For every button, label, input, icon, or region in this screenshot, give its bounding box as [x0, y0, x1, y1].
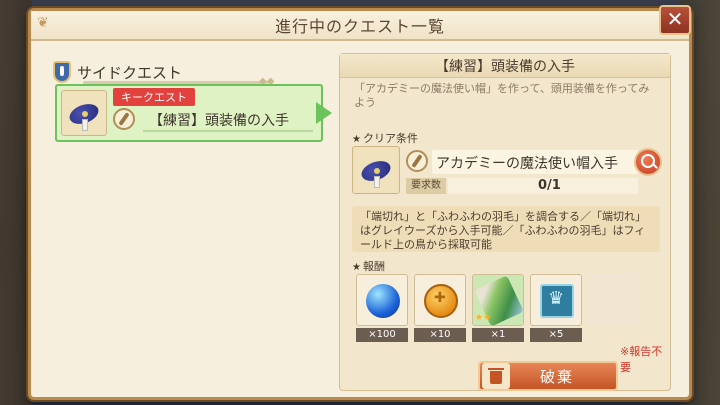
quest-thumbnail — [61, 90, 107, 136]
detail-title-bar: 【練習】頭装備の入手 — [340, 54, 670, 78]
requirement-label: 要求数 — [406, 178, 446, 194]
search-button[interactable] — [634, 148, 662, 176]
reward-count: ×10 — [414, 328, 466, 342]
shield-icon — [53, 61, 71, 83]
report-note: ※報告不要 — [620, 345, 663, 374]
reward-item[interactable]: ×5 — [530, 274, 582, 342]
requirement-value: 0/1 — [538, 178, 561, 193]
compass-icon — [406, 150, 428, 172]
quest-detail-panel: 【練習】頭装備の入手 「アカデミーの魔法使い帽」を作って、頭用装備を作ってみよう… — [339, 53, 671, 391]
gold-coin-icon — [424, 284, 458, 318]
clear-condition-box: アカデミーの魔法使い帽入手 要求数 0/1 — [352, 146, 662, 204]
reward-item[interactable]: ×100 — [356, 274, 408, 342]
discard-label: 破棄 — [539, 367, 574, 386]
crown-tile-icon — [540, 284, 574, 318]
empty-reward-slot — [588, 274, 640, 326]
clear-condition-label: ★ クリア条件 — [352, 132, 418, 145]
dialog-header: ❦ 進行中のクエスト一覧 — [31, 11, 689, 41]
quest-description: 「アカデミーの魔法使い帽」を作って、頭用装備を作ってみよう — [354, 82, 650, 109]
close-button[interactable]: ✕ — [659, 5, 691, 35]
star-icon: ★ — [352, 262, 361, 273]
condition-item-thumbnail — [352, 146, 400, 194]
reward-list: ×100 ×10 ★★ ×1 ×5 — [356, 274, 640, 342]
dialog-title: 進行中のクエスト一覧 — [274, 17, 445, 36]
star-icon: ★ — [352, 134, 361, 145]
rarity-stars: ★★ — [475, 313, 492, 323]
quest-name: 【練習】頭装備の入手 — [149, 113, 289, 129]
corner-ornament-icon: ❦ — [37, 15, 49, 31]
wizard-hat-icon — [358, 152, 394, 188]
discard-button[interactable]: 破棄 — [478, 361, 618, 391]
hint-text: 「端切れ」と「ふわふわの羽毛」を調合する／「端切れ」はグレイウーズから入手可能／… — [352, 206, 660, 252]
reward-count: ×1 — [472, 328, 524, 342]
reward-item[interactable]: ×10 — [414, 274, 466, 342]
side-quest-section-header: サイドクエスト — [53, 61, 182, 83]
rewards-label: ★ 報酬 — [352, 260, 385, 273]
compass-icon — [113, 108, 135, 130]
detail-title: 【練習】頭装備の入手 — [435, 58, 575, 75]
reward-item[interactable]: ★★ ×1 — [472, 274, 524, 342]
blue-orb-icon — [366, 284, 400, 318]
key-quest-badge: キークエスト — [113, 88, 195, 106]
reward-count: ×5 — [530, 328, 582, 342]
selected-arrow-icon — [316, 102, 332, 124]
condition-item-name: アカデミーの魔法使い帽入手 — [436, 156, 618, 172]
reward-count: ×100 — [356, 328, 408, 342]
side-quest-label: サイドクエスト — [77, 63, 183, 82]
trash-icon — [482, 363, 510, 389]
wizard-hat-icon — [66, 95, 102, 131]
quest-list-item[interactable]: キークエスト 【練習】頭装備の入手 — [55, 84, 323, 142]
quest-underline — [143, 130, 313, 132]
quest-list-dialog: ❦ 進行中のクエスト一覧 ✕ サイドクエスト ◆◆ キークエスト 【練習】頭装備… — [28, 5, 692, 400]
